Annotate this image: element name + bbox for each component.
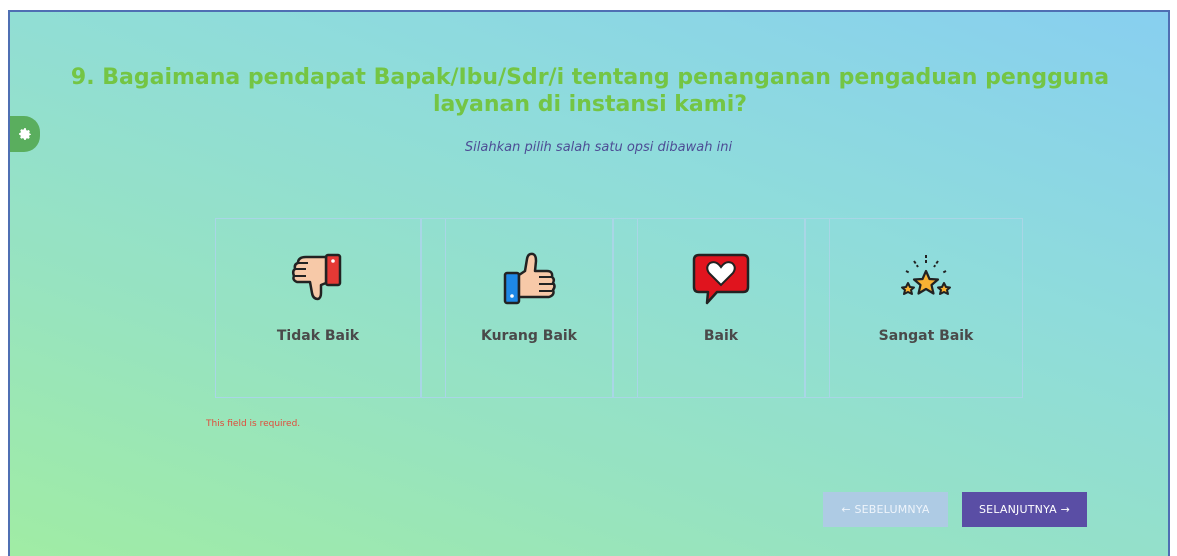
option-tidak-baik[interactable]: Tidak Baik [215, 218, 421, 398]
option-divider [421, 218, 445, 398]
option-sangat-baik[interactable]: Sangat Baik [829, 218, 1023, 398]
option-divider [613, 218, 637, 398]
option-kurang-baik[interactable]: Kurang Baik [445, 218, 613, 398]
survey-panel: 9. Bagaimana pendapat Bapak/Ibu/Sdr/i te… [8, 10, 1170, 556]
options-group: Tidak Baik Kurang Baik Baik Sangat Baik [215, 218, 1023, 400]
question-instruction: Silahkan pilih salah satu opsi dibawah i… [464, 140, 733, 155]
option-divider [805, 218, 829, 398]
option-baik[interactable]: Baik [637, 218, 805, 398]
option-label: Baik [703, 328, 739, 344]
validation-error: This field is required. [206, 419, 301, 429]
heart-icon [692, 253, 750, 305]
option-label: Tidak Baik [276, 328, 360, 344]
stars-icon [901, 255, 951, 295]
thumbs-down-icon [291, 253, 342, 301]
previous-button[interactable]: ← SEBELUMNYA [823, 492, 948, 527]
option-label: Sangat Baik [878, 328, 974, 344]
thumbs-up-icon [503, 252, 556, 305]
question-title: 9. Bagaimana pendapat Bapak/Ibu/Sdr/i te… [70, 65, 1110, 117]
next-button[interactable]: SELANJUTNYA → [962, 492, 1087, 527]
option-label: Kurang Baik [480, 328, 577, 344]
